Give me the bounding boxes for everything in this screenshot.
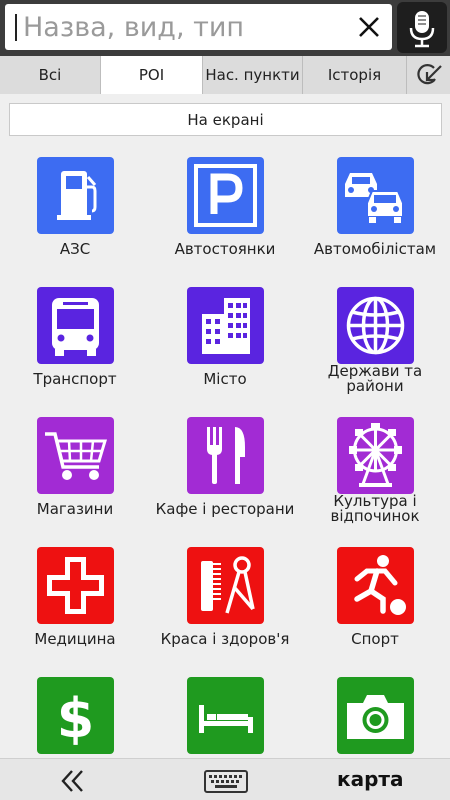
tab-all[interactable]: Всі	[0, 56, 101, 94]
category-label: Магазини	[36, 500, 114, 518]
tab-bar: Всі POI Нас. пункти Історія	[0, 56, 450, 94]
bus-icon	[37, 287, 114, 364]
text-caret	[15, 14, 17, 41]
tab-nearby-button[interactable]	[407, 56, 450, 94]
microphone-icon	[409, 11, 435, 48]
clear-icon[interactable]	[352, 10, 386, 44]
category-label: Транспорт	[33, 370, 117, 388]
category-motorists[interactable]: Автомобілістам	[300, 154, 450, 284]
category-countries[interactable]: Держави та райони	[300, 284, 450, 414]
building-icon	[187, 287, 264, 364]
keyboard-icon	[204, 770, 248, 793]
category-label: Спорт	[351, 630, 399, 648]
category-finance[interactable]: $	[0, 674, 150, 758]
nearby-arrow-icon	[416, 64, 442, 85]
camera-icon	[337, 677, 414, 754]
category-label: Автомобілістам	[313, 240, 437, 258]
back-button[interactable]	[58, 767, 88, 795]
soccer-icon	[337, 547, 414, 624]
category-transport[interactable]: Транспорт	[0, 284, 150, 414]
category-label: Держави та райони	[327, 362, 423, 395]
category-beauty[interactable]: Краса і здоров'я	[150, 544, 300, 674]
category-sights[interactable]	[300, 674, 450, 758]
category-fuel[interactable]: АЗС	[0, 154, 150, 284]
svg-text:$: $	[57, 687, 95, 750]
category-sport[interactable]: Спорт	[300, 544, 450, 674]
category-label: Кафе і ресторани	[155, 500, 295, 518]
keyboard-button[interactable]	[203, 765, 249, 795]
category-label: Автостоянки	[174, 240, 276, 258]
microphone-button[interactable]	[397, 2, 447, 53]
category-city[interactable]: Місто	[150, 284, 300, 414]
double-chevron-left-icon	[61, 770, 83, 792]
bottom-bar: карта	[0, 758, 450, 800]
dollar-icon: $	[37, 677, 114, 754]
category-label: Місто	[203, 370, 247, 388]
bed-icon	[187, 677, 264, 754]
tab-poi[interactable]: POI	[101, 56, 203, 94]
map-button[interactable]: карта	[337, 767, 403, 791]
search-input[interactable]	[23, 10, 343, 44]
medical-cross-icon	[37, 547, 114, 624]
cars-icon	[337, 157, 414, 234]
comb-scissors-icon	[187, 547, 264, 624]
ferris-wheel-icon	[337, 417, 414, 494]
category-parking[interactable]: Автостоянки	[150, 154, 300, 284]
category-label: Краса і здоров'я	[160, 630, 290, 648]
cutlery-icon	[187, 417, 264, 494]
on-screen-button[interactable]: На екрані	[9, 103, 442, 136]
search-bar	[0, 0, 450, 56]
category-label: АЗС	[59, 240, 91, 258]
category-shops[interactable]: Магазини	[0, 414, 150, 544]
category-grid: АЗС Автостоянки Автомобілістам Транспорт…	[0, 154, 450, 758]
category-culture[interactable]: Культура і відпочинок	[300, 414, 450, 544]
category-accommodation[interactable]	[150, 674, 300, 758]
parking-icon	[187, 157, 264, 234]
category-label: Медицина	[34, 630, 116, 648]
fuel-icon	[37, 157, 114, 234]
category-label: Культура і відпочинок	[330, 492, 420, 525]
tab-settlements[interactable]: Нас. пункти	[203, 56, 303, 94]
cart-icon	[37, 417, 114, 494]
search-box[interactable]	[5, 4, 392, 50]
category-medicine[interactable]: Медицина	[0, 544, 150, 674]
category-cafes[interactable]: Кафе і ресторани	[150, 414, 300, 544]
tab-history[interactable]: Історія	[303, 56, 407, 94]
globe-icon	[337, 287, 414, 364]
